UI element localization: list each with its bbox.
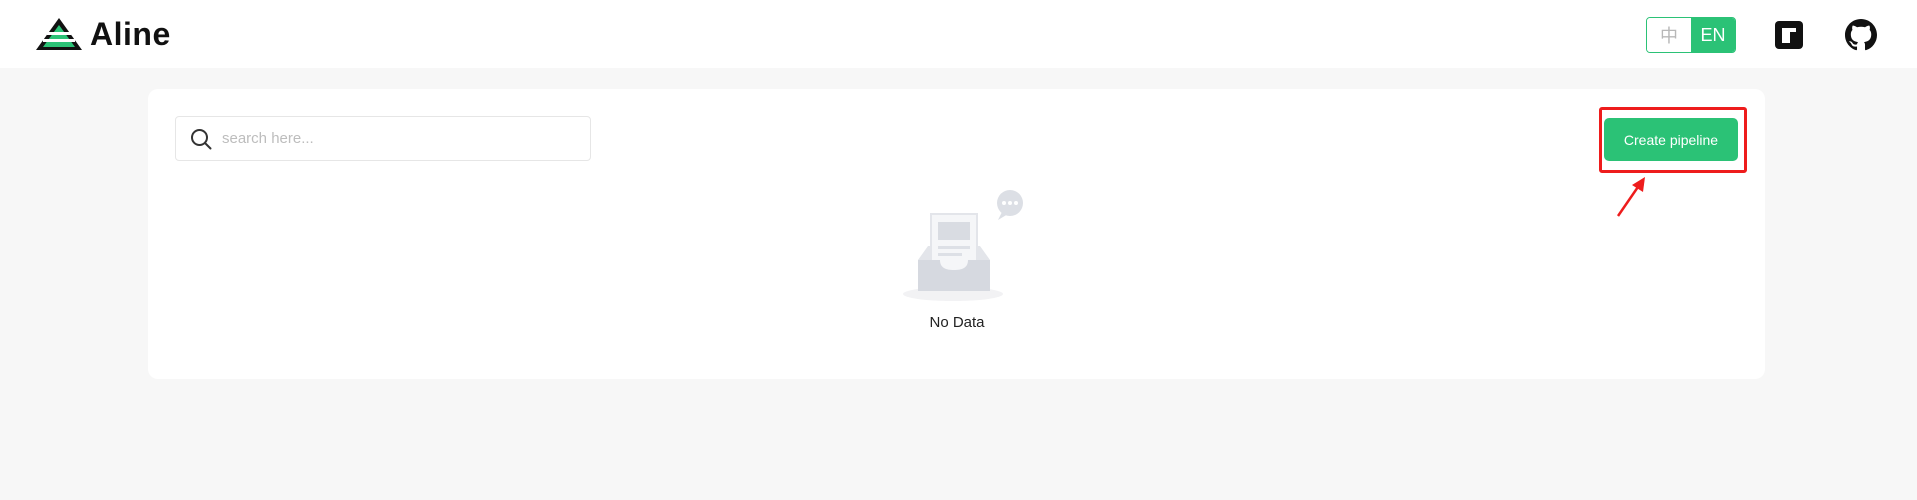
annotation-arrow-icon	[1616, 177, 1645, 217]
search-field[interactable]	[175, 116, 591, 161]
lang-option-zh[interactable]: 中	[1647, 18, 1691, 52]
app-logo[interactable]: Aline	[34, 14, 171, 54]
app-name: Aline	[90, 15, 171, 52]
create-pipeline-button[interactable]: Create pipeline	[1604, 118, 1738, 161]
empty-state-text: No Data	[929, 314, 985, 331]
lang-option-en[interactable]: EN	[1691, 18, 1735, 52]
aline-logo-icon	[36, 18, 82, 50]
app-header: Aline 中 EN	[0, 0, 1917, 68]
github-icon[interactable]	[1843, 17, 1879, 53]
notion-icon[interactable]	[1771, 17, 1807, 53]
search-icon	[191, 128, 212, 149]
language-switch[interactable]: 中 EN	[1646, 17, 1736, 53]
search-input[interactable]	[220, 129, 580, 148]
empty-inbox-icon	[903, 190, 1023, 301]
